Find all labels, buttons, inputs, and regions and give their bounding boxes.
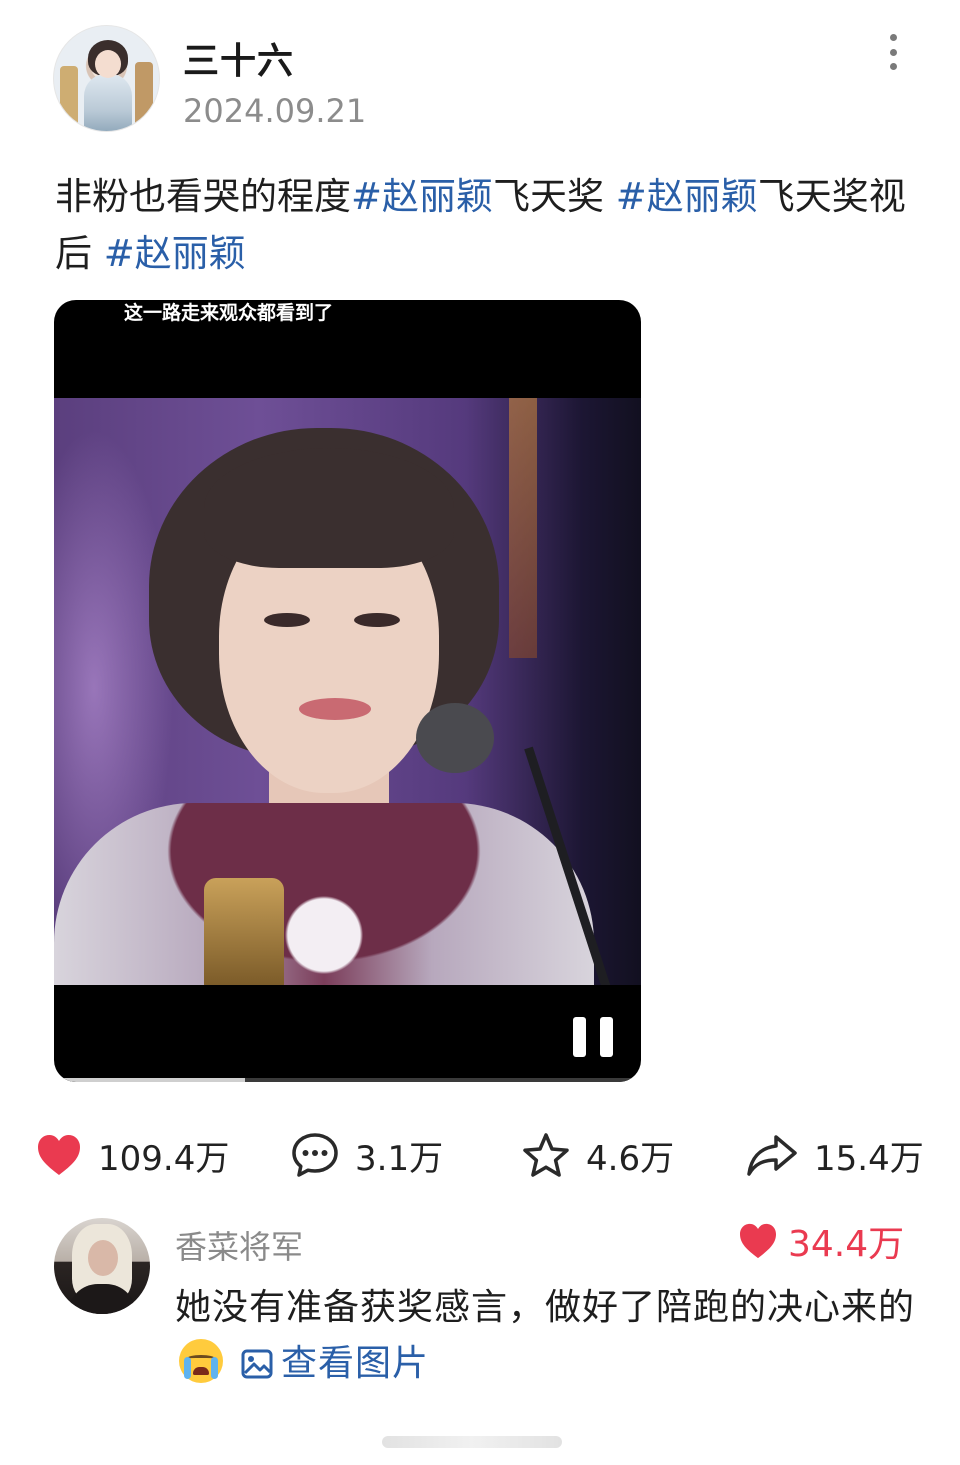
like-button[interactable]: 109.4万 [36,1125,229,1185]
microphone [416,703,494,773]
commenter-avatar[interactable] [54,1218,150,1314]
comment-like-button[interactable]: 34.4万 [738,1218,905,1265]
hashtag-link[interactable]: #赵丽颖 [351,175,493,218]
favorite-button[interactable]: 4.6万 [522,1125,674,1185]
more-icon-dot [889,48,897,56]
video-progress-fill [54,1078,245,1082]
comment-button[interactable]: 3.1万 [291,1125,443,1185]
commenter-name[interactable]: 香菜将军 [175,1222,303,1268]
avatar-detail [60,66,78,126]
star-icon [523,1133,569,1177]
avatar-detail [135,62,153,126]
person-eye [354,613,400,627]
person-lips [299,698,371,720]
share-button[interactable]: 15.4万 [746,1125,924,1185]
favorite-count: 4.6万 [586,1138,675,1179]
share-icon [747,1135,797,1176]
post-page: 三十六 2024.09.21 非粉也看哭的程度#赵丽颖飞天奖 #赵丽颖飞天奖视后… [0,0,960,1465]
award-trophy [204,878,284,985]
hashtag-link[interactable]: #赵丽颖 [616,175,758,218]
bottom-indicator [382,1436,562,1448]
hashtag-link[interactable]: #赵丽颖 [104,232,246,275]
comment-count: 3.1万 [355,1138,444,1179]
share-count: 15.4万 [814,1138,924,1179]
person-bangs [204,448,454,568]
comment-text: 她没有准备获奖感言，做好了陪跑的决心来的查看图片 [175,1280,915,1392]
avatar-detail [95,50,121,78]
comment-icon [292,1133,338,1177]
video-frame [54,398,641,985]
comment-like-count: 34.4万 [788,1224,905,1265]
image-icon [241,1349,273,1379]
more-icon [889,34,897,41]
post-text-segment: 飞天奖 [493,175,616,218]
sequin-dress [54,803,594,985]
post-text: 非粉也看哭的程度#赵丽颖飞天奖 #赵丽颖飞天奖视后 #赵丽颖 [55,168,915,282]
post-date: 2024.09.21 [183,92,367,130]
view-image-link[interactable]: 查看图片 [241,1343,429,1384]
comment-body: 她没有准备获奖感言，做好了陪跑的决心来的 [175,1287,916,1328]
pause-icon [573,1017,586,1057]
avatar-detail [88,1240,118,1276]
action-bar: 109.4万 3.1万 4.6万 15.4万 [0,1125,960,1185]
like-count: 109.4万 [98,1138,230,1179]
author-name[interactable]: 三十六 [183,32,294,84]
person-eye [264,613,310,627]
heart-icon [38,1135,80,1175]
more-options-button[interactable] [878,30,908,74]
crying-emoji-tear [184,1357,191,1379]
crying-emoji-tear [211,1357,218,1379]
crying-emoji [179,1339,223,1383]
author-avatar[interactable] [53,25,160,132]
video-player[interactable]: 这一路走来观众都看到了 [54,300,641,1082]
avatar-detail [84,74,132,131]
stage-decor [509,398,537,658]
heart-icon [740,1223,776,1259]
video-subtitle: 这一路走来观众都看到了 [124,302,334,324]
pause-icon-bar [600,1017,613,1057]
more-icon-dot [889,63,897,70]
post-text-segment: 非粉也看哭的程度 [55,175,351,218]
pause-button[interactable] [573,1017,613,1057]
view-image-label: 查看图片 [281,1343,430,1384]
